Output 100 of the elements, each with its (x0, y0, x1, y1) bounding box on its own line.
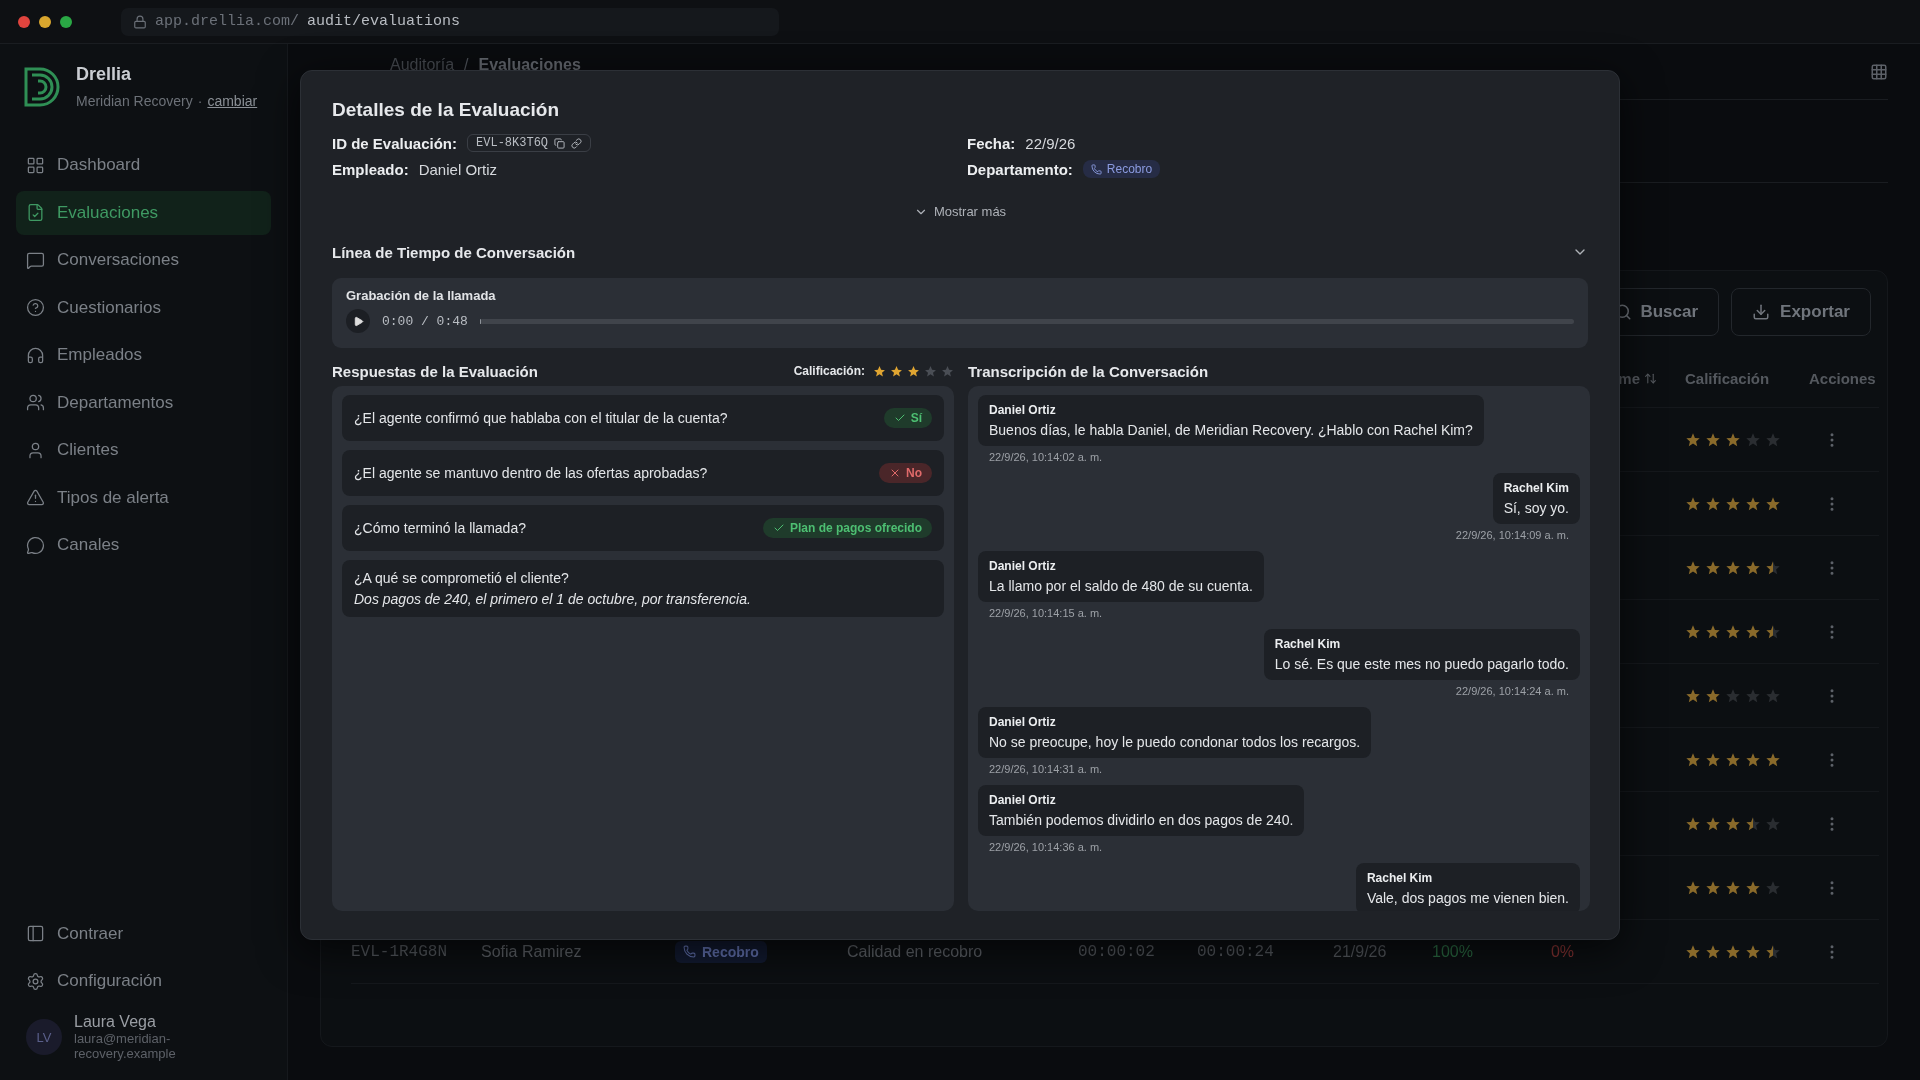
sidebar-item[interactable]: Departamentos (16, 380, 271, 425)
speaker-name: Daniel Ortiz (989, 715, 1057, 729)
message-text: No se preocupe, hoy le puedo condonar todos los recargos. (989, 734, 1361, 750)
settings-icon (26, 971, 45, 991)
checked-document-icon (26, 203, 45, 222)
table-cell: 21/9/26 (1333, 942, 1387, 961)
sidebar-item[interactable]: Contraer (16, 911, 271, 956)
question-text: ¿A qué se comprometió el cliente? (354, 570, 570, 586)
phone-icon (683, 945, 696, 958)
chat-bubble-icon (26, 250, 45, 270)
download-icon (1752, 303, 1771, 321)
question-text: ¿El agente se mantuvo dentro de las ofertas aprobadas? (354, 465, 708, 481)
table-cell: 100% (1432, 942, 1473, 961)
breadcrumb-item[interactable]: Evaluaciones (478, 55, 581, 74)
sidebar-item[interactable]: Clientes (16, 428, 271, 472)
help-circle-icon (26, 298, 45, 317)
apps-grid-icon[interactable] (1870, 62, 1888, 81)
field-value: 22/9/26 (1025, 134, 1076, 152)
table-cell: 0% (1550, 942, 1574, 961)
message-text: Lo sé. Es que este mes no puedo pagarlo todo. (1274, 656, 1569, 672)
field-label: Departamento: (967, 160, 1073, 178)
copy-icon[interactable] (554, 137, 566, 149)
dashboard-grid-icon (26, 155, 45, 175)
minimize-window-icon[interactable] (39, 15, 51, 28)
speaker-name: Rachel Kim (1366, 871, 1434, 885)
headphones-icon (26, 345, 45, 365)
speaker-name: Daniel Ortiz (989, 793, 1057, 807)
address-bar[interactable]: app.drellia.com/ audit/evaluations (121, 7, 779, 36)
star-icon (907, 364, 920, 378)
sidebar-item[interactable]: Canales (16, 523, 271, 567)
lock-icon (133, 14, 147, 29)
message-time: 22/9/26, 10:14:15 a. m. (988, 607, 1104, 619)
message-time: 22/9/26, 10:14:31 a. m. (988, 763, 1104, 775)
column-header: Acciones (1809, 370, 1876, 387)
playback-time: 0:00 / 0:48 (382, 313, 468, 329)
brand-name: Drellia (76, 64, 133, 85)
play-button[interactable] (346, 309, 370, 333)
play-icon (352, 315, 364, 327)
field-label: ID de Evaluación: (332, 134, 458, 152)
phone-icon (1090, 163, 1102, 175)
answer-text: Dos pagos de 240, el primero el 1 de octubre, por transferencia. (354, 591, 752, 607)
department-badge: Recobro (1082, 160, 1161, 178)
sidebar-item[interactable]: Conversaciones (16, 238, 271, 282)
answer-chip: Plan de pagos ofrecido (762, 518, 932, 538)
progress-track[interactable] (479, 318, 1574, 324)
field-label: Fecha: (967, 134, 1016, 152)
section-title: Línea de Tiempo de Conversación (332, 243, 576, 261)
speaker-name: Daniel Ortiz (989, 403, 1057, 417)
check-icon (772, 522, 785, 534)
star-icon (873, 364, 886, 378)
sort-icon[interactable] (1644, 372, 1657, 385)
export-button[interactable]: Exportar (1731, 288, 1871, 336)
message-text: La llamo por el saldo de 480 de su cuenta. (989, 578, 1253, 594)
show-more-button[interactable]: Mostrar más (907, 203, 1013, 220)
message-text: Vale, dos pagos me vienen bien. (1366, 890, 1569, 906)
close-window-icon[interactable] (18, 15, 30, 28)
message-text: También podemos dividirlo en dos pagos de 240. (989, 812, 1294, 828)
dialog-title: Detalles de la Evaluación (332, 99, 561, 121)
table-cell: EVL-1R4G8N (351, 942, 447, 961)
message-time: 22/9/26, 10:14:24 a. m. (1454, 685, 1570, 697)
sidebar-item[interactable]: Evaluaciones (16, 190, 271, 235)
sidebar-item[interactable]: Empleados (16, 333, 271, 377)
user-name: Laura Vega (74, 1012, 157, 1031)
question-text: ¿Cómo terminó la llamada? (354, 520, 526, 536)
sidebar-item[interactable]: Configuración (16, 959, 271, 1004)
table-cell: Sofia Ramirez (481, 942, 582, 961)
separator-dot: · (197, 93, 203, 109)
section-title: Transcripción de la Conversación (968, 362, 1209, 380)
question-text: ¿El agente confirmó que hablaba con el titular de la cuenta? (354, 410, 728, 426)
answer-chip: No (879, 463, 932, 483)
message-time: 22/9/26, 10:14:09 a. m. (1454, 529, 1570, 541)
user-avatar[interactable]: LV (26, 1019, 62, 1056)
field-label: Empleado: (332, 160, 409, 178)
table-cell: 00:00:02 (1078, 942, 1155, 961)
sidebar-item[interactable]: Tipos de alerta (16, 475, 271, 520)
organization-name: Meridian Recovery (76, 93, 193, 109)
users-icon (26, 393, 45, 412)
user-icon (26, 440, 45, 460)
recording-title: Grabación de la llamada (346, 288, 497, 303)
breadcrumb-separator: / (464, 55, 469, 74)
sidebar-item[interactable]: Dashboard (16, 143, 271, 187)
maximize-window-icon[interactable] (60, 15, 72, 28)
speaker-name: Daniel Ortiz (989, 559, 1057, 573)
sidebar-item[interactable]: Cuestionarios (16, 285, 271, 330)
check-icon (893, 412, 906, 424)
speaker-name: Rachel Kim (1503, 481, 1569, 495)
section-title: Respuestas de la Evaluación (332, 362, 538, 380)
table-cell: 00:00:24 (1197, 942, 1274, 961)
star-icon (924, 364, 937, 378)
switch-link[interactable]: cambiar (207, 93, 258, 109)
message-text: Sí, soy yo. (1503, 500, 1569, 516)
field-value: Daniel Ortiz (418, 160, 498, 178)
collapse-sidebar-icon (26, 924, 45, 944)
message-text: Buenos días, le habla Daniel, de Meridian Recovery. ¿Hablo con Rachel Kim? (989, 422, 1473, 438)
link-icon[interactable] (571, 137, 583, 149)
table-cell: Calidad en recobro (847, 942, 983, 961)
user-email: laura@meridian-recovery.example (74, 1030, 177, 1062)
answer-chip: Sí (883, 408, 932, 428)
rating-label: Calificación: (793, 364, 865, 378)
column-header: Calificación (1685, 370, 1770, 387)
